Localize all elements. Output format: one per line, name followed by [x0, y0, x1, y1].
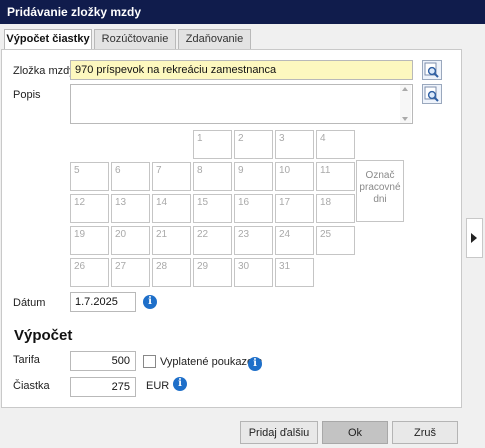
day-cell[interactable]: 18 [316, 194, 355, 223]
day-cell[interactable]: 25 [316, 226, 355, 255]
day-cell[interactable]: 26 [70, 258, 109, 287]
day-cell[interactable]: 10 [275, 162, 314, 191]
day-cell[interactable]: 29 [193, 258, 232, 287]
cancel-button[interactable]: Zruš [392, 421, 458, 444]
mark-workdays-button[interactable]: Označ pracovné dni [356, 160, 404, 222]
description-label: Popis [13, 89, 41, 101]
tab-vypocet-ciastky[interactable]: Výpočet čiastky [4, 29, 92, 50]
ok-button[interactable]: Ok [322, 421, 388, 444]
scroll-up-icon[interactable] [402, 87, 408, 91]
day-cell[interactable]: 15 [193, 194, 232, 223]
scroll-down-icon[interactable] [402, 117, 408, 121]
info-icon[interactable]: i [143, 295, 157, 309]
day-cell[interactable]: 19 [70, 226, 109, 255]
add-next-button[interactable]: Pridaj ďalšiu [240, 421, 318, 444]
tab-rozuctovanie[interactable]: Rozúčtovanie [94, 29, 176, 49]
day-cell[interactable]: 1 [193, 130, 232, 159]
day-cell[interactable]: 16 [234, 194, 273, 223]
info-icon[interactable]: i [173, 377, 187, 391]
day-cell[interactable]: 28 [152, 258, 191, 287]
day-cell[interactable]: 23 [234, 226, 273, 255]
day-cell[interactable]: 6 [111, 162, 150, 191]
day-cell[interactable]: 5 [70, 162, 109, 191]
expand-side-panel-button[interactable] [466, 218, 483, 258]
info-icon[interactable]: i [248, 357, 262, 371]
day-cell[interactable]: 4 [316, 130, 355, 159]
description-lookup-button[interactable] [422, 84, 442, 104]
day-cell[interactable]: 9 [234, 162, 273, 191]
rate-label: Tarifa [13, 354, 40, 366]
voucher-label: Vyplatené poukazom [160, 356, 263, 368]
day-cell[interactable]: 17 [275, 194, 314, 223]
day-cell[interactable]: 12 [70, 194, 109, 223]
voucher-checkbox[interactable] [143, 355, 156, 368]
description-field[interactable] [70, 84, 413, 124]
day-cell[interactable]: 7 [152, 162, 191, 191]
day-cell[interactable]: 3 [275, 130, 314, 159]
component-lookup-button[interactable] [422, 60, 442, 80]
currency-label: EUR [146, 380, 170, 392]
component-field[interactable]: 970 príspevok na rekreáciu zamestnanca [70, 60, 413, 80]
dialog-footer: Pridaj ďalšiu Ok Zruš [0, 408, 485, 448]
chevron-right-icon [471, 233, 477, 243]
day-cell[interactable]: 31 [275, 258, 314, 287]
day-cell[interactable]: 24 [275, 226, 314, 255]
tab-zdanovanie[interactable]: Zdaňovanie [178, 29, 251, 49]
day-cell[interactable]: 11 [316, 162, 355, 191]
day-cell[interactable]: 14 [152, 194, 191, 223]
day-cell[interactable]: 8 [193, 162, 232, 191]
day-cell[interactable]: 30 [234, 258, 273, 287]
description-scrollbar[interactable] [400, 85, 411, 123]
tab-strip: Výpočet čiastky Rozúčtovanie Zdaňovanie [0, 29, 462, 50]
calculation-title: Výpočet [14, 327, 73, 344]
amount-field[interactable]: 275 [70, 377, 136, 397]
amount-label: Čiastka [13, 380, 50, 392]
date-label: Dátum [13, 297, 46, 309]
component-label: Zložka mzdy [13, 65, 75, 77]
magnifier-icon [424, 86, 439, 102]
date-field[interactable]: 1.7.2025 [70, 292, 136, 312]
rate-field[interactable]: 500 [70, 351, 136, 371]
day-cell[interactable]: 21 [152, 226, 191, 255]
day-cell[interactable]: 22 [193, 226, 232, 255]
day-cell[interactable]: 2 [234, 130, 273, 159]
day-cell[interactable]: 13 [111, 194, 150, 223]
day-cell[interactable]: 20 [111, 226, 150, 255]
magnifier-icon [424, 62, 439, 78]
day-cell[interactable]: 27 [111, 258, 150, 287]
window-title: Pridávanie zložky mzdy [0, 0, 485, 24]
